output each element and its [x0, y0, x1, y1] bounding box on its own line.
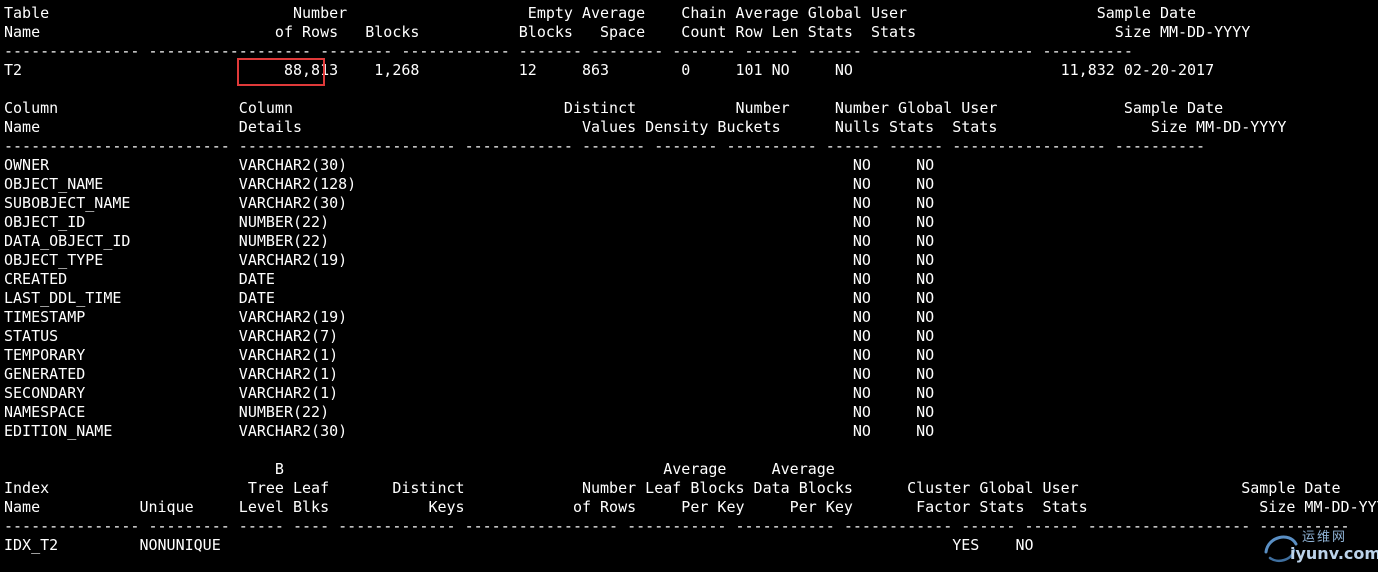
- terminal-line: EDITION_NAME VARCHAR2(30) NO NO: [4, 422, 935, 440]
- terminal-line: CREATED DATE NO NO: [4, 270, 935, 288]
- terminal-line: LAST_DDL_TIME DATE NO NO: [4, 289, 935, 307]
- watermark-domain: iyunv.com: [1290, 544, 1378, 563]
- terminal-line: Index Tree Leaf Distinct Number Leaf Blo…: [4, 479, 1341, 497]
- terminal-line: TEMPORARY VARCHAR2(1) NO NO: [4, 346, 935, 364]
- terminal-line: B Average Average: [4, 460, 835, 478]
- terminal-line: SECONDARY VARCHAR2(1) NO NO: [4, 384, 935, 402]
- terminal-line: SUBOBJECT_NAME VARCHAR2(30) NO NO: [4, 194, 935, 212]
- terminal-line: STATUS VARCHAR2(7) NO NO: [4, 327, 935, 345]
- watermark-logo: 运维网 iyunv.com: [1260, 524, 1378, 568]
- terminal-line: GENERATED VARCHAR2(1) NO NO: [4, 365, 935, 383]
- terminal-line: ------------------------- --------------…: [4, 137, 1206, 155]
- terminal-line: OBJECT_ID NUMBER(22) NO NO: [4, 213, 935, 231]
- terminal-line: --------------- --------- ----- ---- ---…: [4, 517, 1350, 535]
- terminal-line: Name Details Values Density Buckets Null…: [4, 118, 1287, 136]
- terminal-line: T2 88,813 1,268 12 863 0 101 NO NO 11,83…: [4, 61, 1215, 79]
- terminal-line: DATA_OBJECT_ID NUMBER(22) NO NO: [4, 232, 935, 250]
- highlight-box: [237, 58, 325, 86]
- terminal-line: Name of Rows Blocks Blocks Space Count R…: [4, 23, 1251, 41]
- terminal-line: Name Unique Level Blks Keys of Rows Per …: [4, 498, 1378, 516]
- terminal-line: NAMESPACE NUMBER(22) NO NO: [4, 403, 935, 421]
- terminal-line: --------------- ------------------ -----…: [4, 42, 1133, 60]
- terminal-line: Column Column Distinct Number Number Glo…: [4, 99, 1224, 117]
- terminal-line: Table Number Empty Average Chain Average…: [4, 4, 1197, 22]
- terminal-output: Table Number Empty Average Chain Average…: [4, 4, 1378, 568]
- terminal-line: OWNER VARCHAR2(30) NO NO: [4, 156, 935, 174]
- terminal-line: OBJECT_TYPE VARCHAR2(19) NO NO: [4, 251, 935, 269]
- terminal-line: IDX_T2 NONUNIQUE YES NO: [4, 536, 1034, 554]
- terminal-line: TIMESTAMP VARCHAR2(19) NO NO: [4, 308, 935, 326]
- watermark-cn-text: 运维网: [1302, 530, 1348, 545]
- terminal-line: OBJECT_NAME VARCHAR2(128) NO NO: [4, 175, 935, 193]
